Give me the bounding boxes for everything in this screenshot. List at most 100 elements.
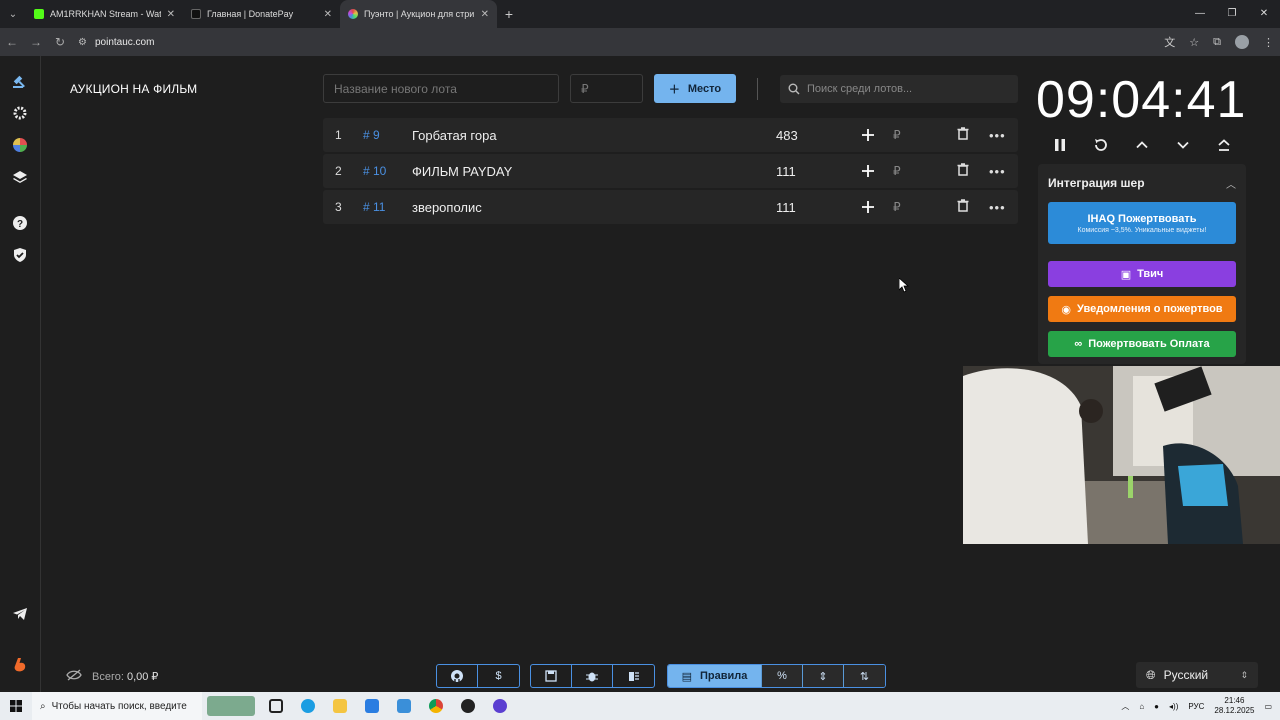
notifications-icon[interactable]: ▭ — [1264, 702, 1272, 711]
chrome-icon[interactable] — [420, 692, 452, 720]
delete-list-icon[interactable] — [613, 665, 654, 687]
settings-gear-icon[interactable] — [11, 104, 29, 122]
store-icon[interactable] — [356, 692, 388, 720]
rules-button[interactable]: ▤ Правила — [668, 665, 762, 687]
new-tab-plus-icon[interactable]: + — [497, 6, 521, 22]
obs-icon[interactable] — [452, 692, 484, 720]
wheel-chart-icon[interactable] — [11, 136, 29, 154]
donatepay-button[interactable]: ∞ Пожертвовать Оплата — [1048, 331, 1236, 357]
search-highlight-image[interactable] — [202, 692, 260, 720]
url-field[interactable]: ⚙ pointauc.com — [78, 37, 154, 48]
lot-row: 3 # 11 зверополис 111 ₽ ••• — [323, 190, 1018, 224]
new-lot-placeholder: Название нового лота — [334, 81, 457, 96]
browser-tab-1[interactable]: AM1RRKHAN Stream - Watch L ✕ — [26, 0, 183, 28]
help-question-icon[interactable]: ? — [11, 214, 29, 232]
more-options-icon[interactable]: ••• — [989, 164, 1006, 179]
lot-currency[interactable]: ₽ — [893, 200, 901, 214]
tab-close-icon[interactable]: ✕ — [324, 9, 332, 20]
tray-volume-icon[interactable]: ◂)) — [1169, 702, 1178, 711]
tray-chevron-up-icon[interactable]: ︿ — [1121, 701, 1129, 712]
lot-name[interactable]: зверополис — [412, 200, 482, 215]
save-floppy-icon[interactable] — [531, 665, 572, 687]
tray-date: 28.12.2025 — [1214, 706, 1255, 715]
app-circle-icon[interactable] — [484, 692, 516, 720]
lot-currency[interactable]: ₽ — [893, 128, 901, 142]
auction-gavel-icon[interactable] — [11, 72, 29, 90]
profile-avatar[interactable] — [1235, 35, 1249, 49]
dollar-icon[interactable]: $ — [478, 665, 519, 687]
add-amount-plus-icon[interactable] — [861, 164, 875, 178]
task-view-icon[interactable] — [260, 692, 292, 720]
tab-close-icon[interactable]: ✕ — [167, 9, 175, 20]
bug-report-icon[interactable] — [572, 665, 613, 687]
browser-menu-icon[interactable]: ⋮ — [1263, 36, 1274, 49]
more-options-icon[interactable]: ••• — [989, 200, 1006, 215]
delete-trash-icon[interactable] — [957, 163, 969, 179]
collapse-chevron-icon[interactable]: ︿ — [1226, 176, 1236, 191]
auction-app: ? АУКЦИОН НА ФИЛЬМ Название нового лота … — [0, 56, 1280, 692]
lot-name[interactable]: Горбатая гора — [412, 128, 497, 143]
add-amount-plus-icon[interactable] — [861, 200, 875, 214]
tray-clock[interactable]: 21:46 28.12.2025 — [1214, 696, 1254, 716]
chevron-up-icon[interactable] — [1133, 136, 1151, 154]
close-window-icon[interactable]: ✕ — [1248, 0, 1280, 28]
edge-icon[interactable] — [292, 692, 324, 720]
lot-amount-input[interactable]: ₽ — [570, 74, 643, 103]
boosty-icon[interactable] — [11, 656, 29, 674]
minimize-icon[interactable]: — — [1184, 0, 1216, 28]
url-text: pointauc.com — [94, 36, 155, 48]
ihaq-donate-button[interactable]: IHAQ Пожертвовать Комиссия ~3,5%. Уникал… — [1048, 202, 1236, 244]
tab-search-menu-button[interactable]: ⌄ — [0, 0, 26, 28]
bookmark-star-icon[interactable]: ☆ — [1189, 36, 1199, 49]
lot-amount: 111 — [776, 199, 796, 215]
reload-icon[interactable]: ↻ — [48, 35, 72, 49]
github-icon[interactable] — [437, 665, 478, 687]
chevron-down-icon[interactable] — [1174, 136, 1192, 154]
reset-timer-icon[interactable] — [1092, 136, 1110, 154]
address-bar-actions: 文 ☆ ⧉ ⋮ — [1164, 28, 1274, 56]
tray-language[interactable]: РУС — [1188, 702, 1204, 711]
file-explorer-icon[interactable] — [324, 692, 356, 720]
lot-search-input[interactable]: Поиск среди лотов... — [780, 75, 1018, 103]
language-select[interactable]: 🌐︎ Русский ⇕ — [1136, 662, 1258, 688]
lot-currency[interactable]: ₽ — [893, 164, 901, 178]
translate-icon[interactable]: 文 — [1164, 34, 1175, 50]
new-lot-name-input[interactable]: Название нового лота — [323, 74, 559, 103]
browser-tab-2[interactable]: Главная | DonatePay ✕ — [183, 0, 340, 28]
windows-start-icon[interactable] — [0, 692, 32, 720]
lot-amount: 111 — [776, 163, 796, 179]
percent-icon[interactable]: % — [762, 665, 803, 687]
taskbar-search-box[interactable]: ⌕ Чтобы начать поиск, введите — [32, 692, 202, 720]
sort-arrows-icon[interactable]: ⇅ — [844, 665, 885, 687]
back-arrow-icon[interactable]: ← — [0, 35, 24, 49]
tray-network-icon[interactable]: ⌂ — [1139, 702, 1144, 711]
layers-icon[interactable] — [11, 168, 29, 186]
ihaq-sub-label: Комиссия ~3,5%. Уникальные виджеты! — [1077, 226, 1207, 234]
tray-time: 21:46 — [1224, 696, 1245, 705]
donation-alerts-button[interactable]: ◉ Уведомления о пожертвов — [1048, 296, 1236, 322]
forward-arrow-icon[interactable]: → — [24, 35, 48, 49]
add-lot-button[interactable]: ＋ Место — [654, 74, 736, 103]
compress-icon[interactable]: ⇕ — [803, 665, 844, 687]
mail-icon[interactable] — [388, 692, 420, 720]
restore-icon[interactable]: ❐ — [1216, 0, 1248, 28]
twitch-button[interactable]: ▣ Твич — [1048, 261, 1236, 287]
auction-title: АУКЦИОН НА ФИЛЬМ — [70, 82, 198, 96]
telegram-icon[interactable] — [11, 605, 29, 623]
tray-mic-icon[interactable]: ● — [1154, 702, 1159, 711]
pause-icon[interactable] — [1051, 136, 1069, 154]
extensions-icon[interactable]: ⧉ — [1213, 36, 1221, 49]
add-amount-plus-icon[interactable] — [861, 128, 875, 142]
delete-trash-icon[interactable] — [957, 127, 969, 143]
tab-title: Пуэнто | Аукцион для стриме — [364, 9, 475, 19]
more-options-icon[interactable]: ••• — [989, 128, 1006, 143]
shield-check-icon[interactable] — [11, 246, 29, 264]
lot-name[interactable]: ФИЛЬМ PAYDAY — [412, 164, 512, 179]
site-info-icon[interactable]: ⚙ — [78, 37, 87, 48]
lot-position: 3 — [335, 200, 342, 214]
tab-close-icon[interactable]: ✕ — [481, 9, 489, 20]
hidden-eye-icon[interactable] — [66, 669, 82, 684]
double-chevron-up-icon[interactable] — [1215, 136, 1233, 154]
delete-trash-icon[interactable] — [957, 199, 969, 215]
browser-tab-3[interactable]: Пуэнто | Аукцион для стриме ✕ — [340, 0, 497, 28]
